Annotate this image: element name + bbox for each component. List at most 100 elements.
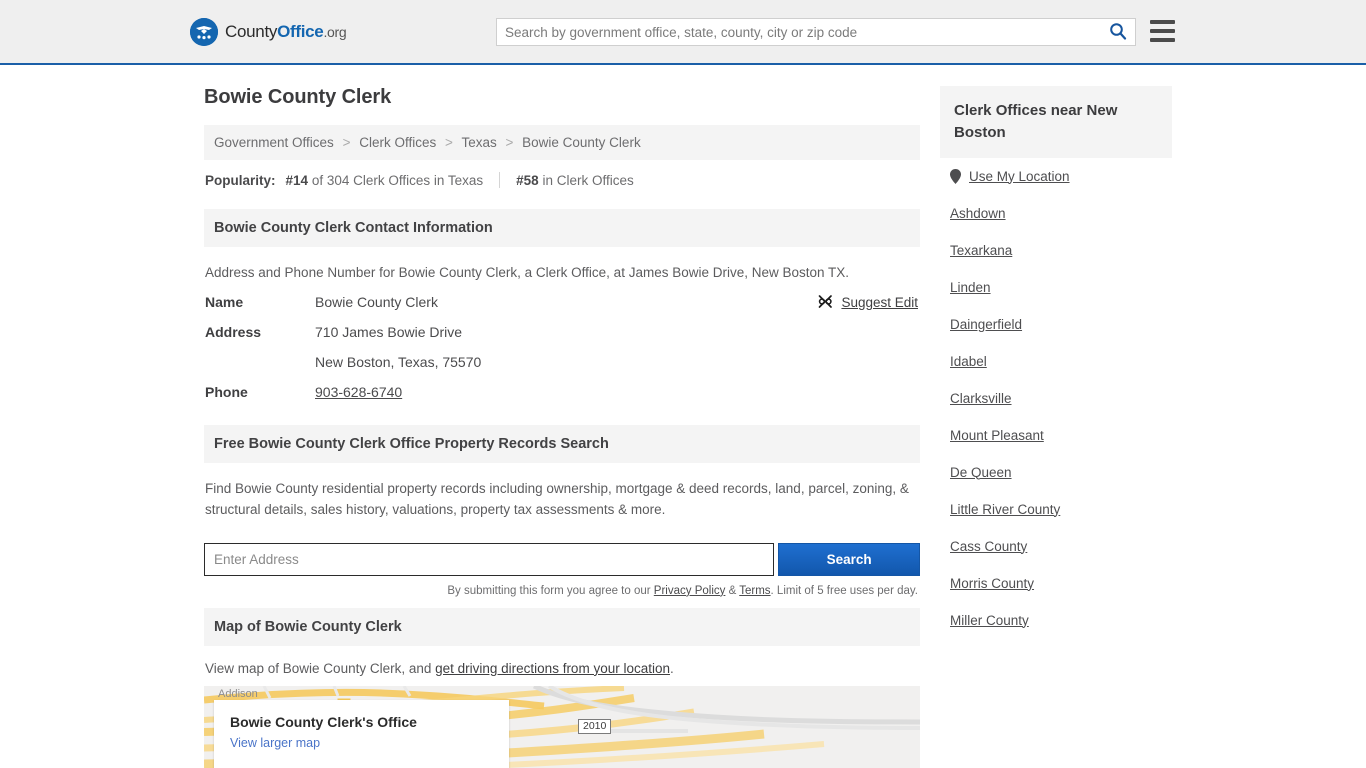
terms-link[interactable]: Terms	[739, 585, 770, 597]
sidebar-item-ashdown[interactable]: Ashdown	[940, 195, 1172, 232]
sidebar-link-daingerfield[interactable]: Daingerfield	[950, 317, 1022, 332]
map-info-card[interactable]: Bowie County Clerk's Office View larger …	[214, 699, 509, 768]
suggest-edit-label: Suggest Edit	[841, 295, 918, 311]
disclaimer-amp: &	[725, 584, 740, 597]
sidebar-heading: Clerk Offices near New Boston	[940, 86, 1172, 158]
main-content: Bowie County Clerk Government Offices > …	[204, 86, 920, 768]
breadcrumb-separator: >	[342, 135, 351, 150]
contact-value-phone: 903-628-6740	[315, 384, 402, 400]
breadcrumb-separator: >	[505, 135, 514, 150]
map-section-intro: View map of Bowie County Clerk, and get …	[204, 646, 920, 686]
use-my-location-link[interactable]: Use My Location	[969, 169, 1070, 184]
sidebar-item-morris-county[interactable]: Morris County	[940, 565, 1172, 602]
map-embed[interactable]: Addison 2010 Bowie County Clerk's Office…	[204, 685, 920, 768]
form-disclaimer: By submitting this form you agree to our…	[204, 576, 920, 597]
view-larger-map-link[interactable]: View larger map	[230, 736, 493, 750]
popularity-national-rank: #58 in Clerk Offices	[516, 173, 634, 188]
breadcrumb-current: Bowie County Clerk	[522, 135, 641, 150]
popularity-divider	[499, 172, 501, 188]
map-pin-icon	[950, 168, 961, 184]
contact-value-address-line1: 710 James Bowie Drive	[315, 323, 463, 340]
breadcrumb-link-government-offices[interactable]: Government Offices	[214, 135, 334, 150]
sidebar-item-clarksville[interactable]: Clarksville	[940, 380, 1172, 417]
contact-key-address: Address	[205, 323, 262, 340]
sidebar-item-mount-pleasant[interactable]: Mount Pleasant	[940, 417, 1172, 454]
map-label-addison: Addison	[218, 687, 258, 700]
sidebar-item-little-river-county[interactable]: Little River County	[940, 491, 1172, 528]
breadcrumb-separator: >	[445, 135, 453, 150]
search-icon	[1109, 22, 1127, 43]
search-submit-button[interactable]	[1101, 19, 1135, 45]
contact-key-name: Name	[205, 293, 244, 310]
sidebar-item-linden[interactable]: Linden	[940, 269, 1172, 306]
sidebar-item-use-my-location[interactable]: Use My Location	[940, 158, 1172, 195]
privacy-policy-link[interactable]: Privacy Policy	[654, 585, 726, 597]
contact-table: Suggest Edit Name Bowie County Clerk Add…	[204, 294, 920, 414]
logo-word-org: .org	[323, 24, 347, 40]
popularity-state-rank-text: of 304 Clerk Offices in Texas	[311, 172, 484, 188]
contact-section-intro: Address and Phone Number for Bowie Count…	[205, 265, 850, 280]
property-search-form: Search	[204, 542, 920, 576]
popularity-row: Popularity: #14 of 304 Clerk Offices in …	[204, 160, 920, 198]
sidebar-link-linden[interactable]: Linden	[950, 280, 991, 295]
breadcrumb-link-texas[interactable]: Texas	[461, 135, 496, 150]
contact-row-phone: Phone 903-628-6740	[205, 384, 919, 414]
breadcrumb-link-clerk-offices[interactable]: Clerk Offices	[359, 135, 436, 150]
sidebar-link-cass-county[interactable]: Cass County	[950, 539, 1027, 554]
eagle-shield-icon	[190, 18, 218, 46]
map-intro-prefix: View map of Bowie County Clerk, and	[205, 660, 436, 676]
contact-row-address-line2: New Boston, Texas, 75570	[205, 354, 919, 384]
sidebar: Clerk Offices near New Boston Use My Loc…	[940, 86, 1172, 639]
sidebar-link-mount-pleasant[interactable]: Mount Pleasant	[950, 428, 1044, 443]
contact-section-heading: Bowie County Clerk Contact Information	[204, 209, 920, 247]
global-search-bar[interactable]	[496, 18, 1136, 46]
hamburger-bar-2	[1150, 29, 1175, 33]
site-logo[interactable]: CountyOffice.org	[190, 18, 347, 46]
logo-word-office: Office	[277, 22, 324, 41]
page-title: Bowie County Clerk	[204, 86, 392, 108]
sidebar-link-little-river-county[interactable]: Little River County	[950, 502, 1060, 517]
sidebar-item-miller-county[interactable]: Miller County	[940, 602, 1172, 639]
sidebar-item-de-queen[interactable]: De Queen	[940, 454, 1172, 491]
breadcrumb: Government Offices > Clerk Offices > Tex…	[204, 125, 920, 160]
contact-row-address: Address 710 James Bowie Drive	[205, 324, 919, 354]
edit-pencil-icon	[818, 294, 833, 312]
map-route-shield: 2010	[578, 718, 612, 735]
sidebar-item-daingerfield[interactable]: Daingerfield	[940, 306, 1172, 343]
popularity-national-rank-text: in Clerk Offices	[542, 172, 634, 188]
map-card-title: Bowie County Clerk's Office	[230, 713, 417, 730]
site-logo-text: CountyOffice.org	[225, 22, 347, 42]
disclaimer-suffix: . Limit of 5 free uses per day.	[770, 584, 918, 597]
logo-word-county: County	[225, 22, 278, 41]
contact-row-name: Name Bowie County Clerk	[205, 294, 919, 324]
map-section-heading: Map of Bowie County Clerk	[204, 607, 920, 646]
popularity-national-rank-number: #58	[516, 172, 539, 188]
popularity-state-rank-number: #14	[285, 172, 309, 188]
sidebar-nearby-list: Use My Location Ashdown Texarkana Linden…	[940, 158, 1172, 639]
sidebar-link-texarkana[interactable]: Texarkana	[950, 243, 1012, 258]
search-input[interactable]	[497, 19, 1101, 45]
popularity-label: Popularity:	[205, 172, 276, 188]
property-search-description: Find Bowie County residential property r…	[205, 480, 909, 517]
sidebar-link-ashdown[interactable]: Ashdown	[950, 206, 1006, 221]
address-input[interactable]	[204, 542, 775, 576]
property-search-heading: Free Bowie County Clerk Office Property …	[204, 424, 920, 463]
sidebar-link-miller-county[interactable]: Miller County	[950, 613, 1029, 628]
phone-link[interactable]: 903-628-6740	[315, 384, 402, 400]
sidebar-item-texarkana[interactable]: Texarkana	[940, 232, 1172, 269]
driving-directions-link[interactable]: get driving directions from your locatio…	[435, 661, 670, 676]
sidebar-link-idabel[interactable]: Idabel	[950, 354, 987, 369]
sidebar-item-cass-county[interactable]: Cass County	[940, 528, 1172, 565]
contact-value-address-line2: New Boston, Texas, 75570	[315, 353, 482, 370]
map-intro-suffix: .	[669, 660, 674, 676]
contact-key-phone: Phone	[205, 383, 248, 400]
property-search-button[interactable]: Search	[778, 542, 920, 576]
hamburger-bar-3	[1150, 38, 1175, 42]
sidebar-link-clarksville[interactable]: Clarksville	[950, 391, 1012, 406]
sidebar-link-morris-county[interactable]: Morris County	[950, 576, 1034, 591]
suggest-edit-button[interactable]: Suggest Edit	[818, 294, 918, 312]
hamburger-menu-icon[interactable]	[1150, 20, 1175, 42]
sidebar-link-de-queen[interactable]: De Queen	[950, 465, 1012, 480]
site-header: CountyOffice.org	[0, 0, 1366, 65]
sidebar-item-idabel[interactable]: Idabel	[940, 343, 1172, 380]
